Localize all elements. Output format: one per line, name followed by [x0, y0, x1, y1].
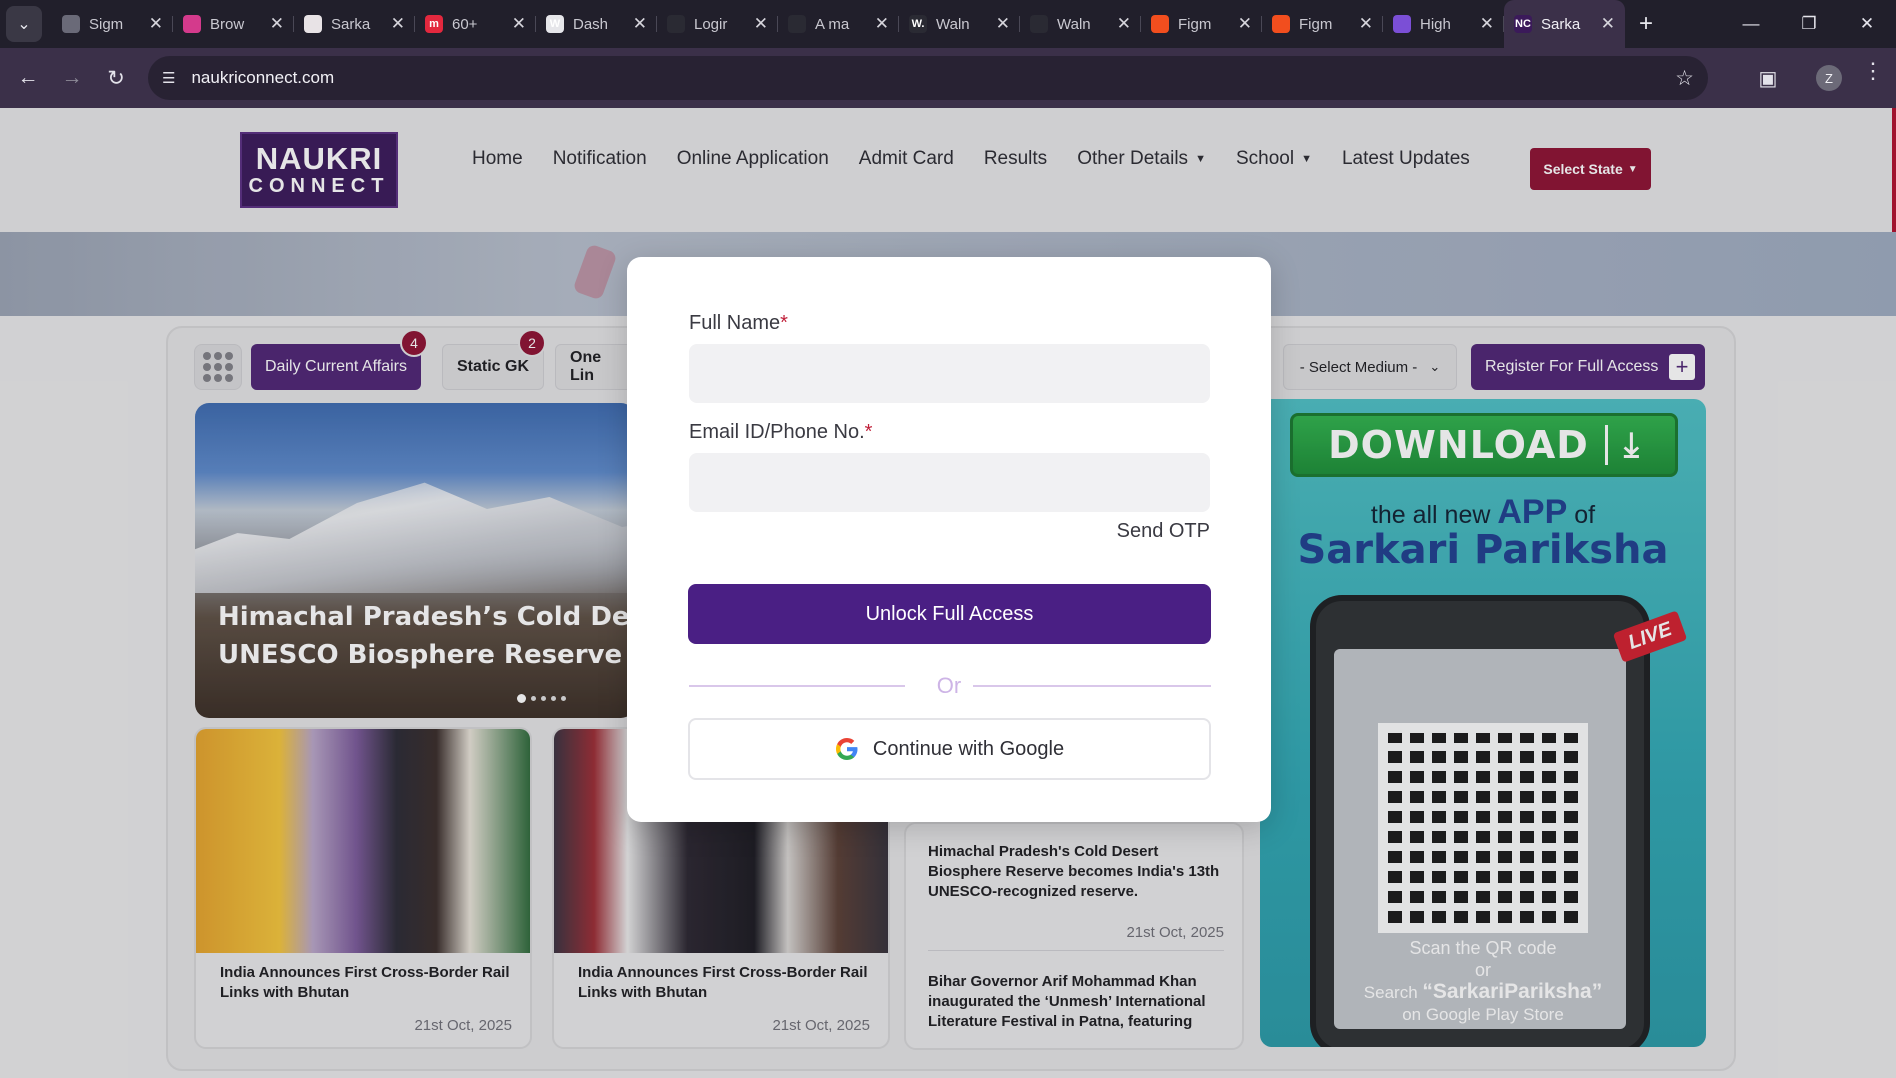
window-controls: — ❐ ✕: [1722, 0, 1896, 48]
forward-arrow-icon[interactable]: →: [50, 56, 94, 100]
tab-close-icon[interactable]: ✕: [996, 14, 1010, 34]
full-name-label: Full Name*: [689, 312, 788, 334]
tab-close-icon[interactable]: ✕: [512, 14, 526, 34]
profile-avatar[interactable]: Z: [1816, 65, 1842, 91]
signup-modal: Full Name* Email ID/Phone No.* Send OTP …: [627, 257, 1271, 822]
tab-title: High: [1420, 15, 1451, 33]
tab-title: Figm: [1299, 15, 1333, 33]
browser-tab[interactable]: Brow ✕: [173, 0, 294, 48]
tab-title: Logir: [694, 15, 728, 33]
tab-favicon-icon: NC: [1514, 15, 1532, 33]
tab-close-icon[interactable]: ✕: [391, 14, 405, 34]
restore-icon[interactable]: ❐: [1780, 0, 1838, 48]
tab-favicon-icon: W: [546, 15, 564, 33]
tab-title: Waln: [936, 15, 970, 33]
browser-tab-bar: ⌄ Sigm ✕ Brow ✕ Sarka ✕ m 60+ ✕ W Dash ✕ Logir ✕ A ma ✕…: [0, 0, 1896, 48]
tab-favicon-icon: [62, 15, 80, 33]
tab-title: Waln: [1057, 15, 1091, 33]
tab-close-icon[interactable]: ✕: [754, 14, 768, 34]
tab-close-icon[interactable]: ✕: [1480, 14, 1494, 34]
tab-favicon-icon: m: [425, 15, 443, 33]
browser-menu-icon[interactable]: ⋮: [1862, 58, 1884, 84]
tab-close-icon[interactable]: ✕: [633, 14, 647, 34]
unlock-full-access-button[interactable]: Unlock Full Access: [688, 584, 1211, 644]
tab-title: Brow: [210, 15, 245, 33]
tab-strip: Sigm ✕ Brow ✕ Sarka ✕ m 60+ ✕ W Dash ✕ Logir ✕ A ma ✕ W.…: [52, 0, 1625, 48]
tab-close-icon[interactable]: ✕: [1359, 14, 1373, 34]
google-button-label: Continue with Google: [872, 737, 1065, 760]
browser-tab[interactable]: A ma ✕: [778, 0, 899, 48]
minimize-icon[interactable]: —: [1722, 0, 1780, 48]
browser-tab[interactable]: NC Sarka ✕: [1504, 0, 1625, 48]
tab-favicon-icon: [1393, 15, 1411, 33]
send-otp-link[interactable]: Send OTP: [1117, 520, 1210, 543]
tab-close-icon[interactable]: ✕: [1601, 14, 1615, 34]
email-phone-input[interactable]: [689, 453, 1210, 512]
close-window-icon[interactable]: ✕: [1838, 0, 1896, 48]
google-g-icon: [835, 738, 858, 760]
tab-close-icon[interactable]: ✕: [875, 14, 889, 34]
tab-favicon-icon: W.: [909, 15, 927, 33]
full-name-input[interactable]: [689, 344, 1210, 403]
browser-tab[interactable]: Figm ✕: [1141, 0, 1262, 48]
required-mark: *: [864, 421, 873, 443]
tab-title: Sarka: [331, 15, 371, 33]
browser-tab[interactable]: Waln ✕: [1020, 0, 1141, 48]
tab-title: Sigm: [89, 15, 124, 33]
browser-tab[interactable]: W Dash ✕: [536, 0, 657, 48]
tab-title: 60+: [452, 15, 478, 33]
continue-with-google-button[interactable]: Continue with Google: [688, 718, 1211, 780]
tab-title: A ma: [815, 15, 850, 33]
tab-close-icon[interactable]: ✕: [270, 14, 284, 34]
new-tab-plus-icon[interactable]: +: [1639, 10, 1653, 38]
url-text[interactable]: naukriconnect.com: [191, 68, 334, 88]
browser-tab[interactable]: High ✕: [1383, 0, 1504, 48]
tab-favicon-icon: [183, 15, 201, 33]
omnibox[interactable]: ☰ naukriconnect.com ☆: [148, 56, 1708, 100]
tab-title: Dash: [573, 15, 609, 33]
back-arrow-icon[interactable]: ←: [6, 56, 50, 100]
browser-tab[interactable]: Sigm ✕: [52, 0, 173, 48]
browser-tab[interactable]: m 60+ ✕: [415, 0, 536, 48]
browser-tab[interactable]: Figm ✕: [1262, 0, 1383, 48]
tab-favicon-icon: [667, 15, 685, 33]
site-settings-icon[interactable]: ☰: [162, 69, 175, 87]
browser-tab[interactable]: W. Waln ✕: [899, 0, 1020, 48]
tab-favicon-icon: [1272, 15, 1290, 33]
tab-close-icon[interactable]: ✕: [1117, 14, 1131, 34]
tab-favicon-icon: [1151, 15, 1169, 33]
tab-favicon-icon: [304, 15, 322, 33]
browser-tab[interactable]: Sarka ✕: [294, 0, 415, 48]
tab-search-chevron-icon[interactable]: ⌄: [6, 6, 42, 42]
email-phone-label: Email ID/Phone No.*: [689, 421, 873, 443]
extensions-puzzle-icon[interactable]: ▣: [1746, 56, 1790, 100]
unlock-label: Unlock Full Access: [865, 602, 1034, 625]
browser-tab[interactable]: Logir ✕: [657, 0, 778, 48]
divider-line: [973, 685, 1211, 687]
required-mark: *: [780, 312, 788, 334]
browser-toolbar: ← → ↻ ☰ naukriconnect.com ☆ ▣: [0, 48, 1896, 108]
reload-icon[interactable]: ↻: [94, 56, 138, 100]
tab-favicon-icon: [1030, 15, 1048, 33]
bookmark-star-icon[interactable]: ☆: [1675, 66, 1694, 91]
tab-favicon-icon: [788, 15, 806, 33]
tab-close-icon[interactable]: ✕: [149, 14, 163, 34]
tab-close-icon[interactable]: ✕: [1238, 14, 1252, 34]
tab-title: Figm: [1178, 15, 1212, 33]
tab-title: Sarka: [1541, 15, 1581, 33]
